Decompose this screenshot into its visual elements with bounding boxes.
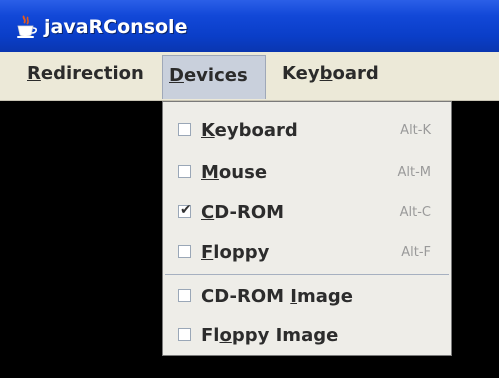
label-mnemonic: K <box>201 120 215 141</box>
checkbox-icon[interactable] <box>178 165 191 178</box>
checkmark-icon: ✔ <box>180 202 192 218</box>
devices-dropdown: Keyboard Alt-K Mouse Alt-M ✔ CD-ROM Alt-… <box>162 101 452 356</box>
menu-mnemonic: D <box>169 65 184 86</box>
checkbox-icon[interactable] <box>178 123 191 136</box>
checkbox-icon[interactable] <box>178 245 191 258</box>
label-mnemonic: F <box>201 242 214 263</box>
label-mnemonic: I <box>290 286 297 307</box>
label-post: ouse <box>218 162 268 183</box>
menu-item-label: CD-ROM Image <box>201 277 353 316</box>
checkbox-checked-icon[interactable]: ✔ <box>178 202 192 218</box>
menu-item-label: Mouse <box>201 153 267 192</box>
menu-item-label: Floppy Image <box>201 316 338 355</box>
label-pre: CD-ROM <box>201 286 291 307</box>
menu-label-post: oard <box>332 63 379 84</box>
menu-item-floppy[interactable]: Floppy Alt-F <box>163 233 451 272</box>
menu-label-post: edirection <box>40 63 144 84</box>
menu-item-keyboard[interactable]: Keyboard Alt-K <box>163 111 451 150</box>
menu-separator <box>165 274 449 275</box>
menu-item-mouse[interactable]: Mouse Alt-M <box>163 153 451 192</box>
label-post: D-ROM <box>214 202 285 223</box>
menu-label-pre: Key <box>282 63 320 84</box>
accelerator-text: Alt-K <box>400 123 431 138</box>
menu-item-label: Keyboard <box>201 111 298 150</box>
checkbox-icon[interactable] <box>178 328 191 341</box>
menu-keyboard[interactable]: Keyboard <box>276 52 385 96</box>
label-mnemonic: C <box>201 202 215 223</box>
menu-item-label: CD-ROM <box>201 193 284 232</box>
label-mnemonic: M <box>201 162 219 183</box>
menu-bar: Redirection Devices Keyboard <box>0 52 499 101</box>
menu-redirection[interactable]: Redirection <box>21 52 150 96</box>
menu-mnemonic: R <box>27 63 41 84</box>
label-post: eyboard <box>214 120 298 141</box>
menu-mnemonic: b <box>319 63 333 84</box>
menu-item-cdrom[interactable]: ✔ CD-ROM Alt-C <box>163 193 451 232</box>
label-post: loppy <box>213 242 270 263</box>
window-title: javaRConsole <box>44 16 188 38</box>
app-window: javaRConsole Redirection Devices Keyboar… <box>0 0 499 378</box>
java-cup-icon <box>13 14 39 40</box>
menu-item-cdrom-image[interactable]: CD-ROM Image <box>163 277 451 316</box>
checkbox-icon[interactable] <box>178 289 191 302</box>
label-post: ppy Image <box>231 325 339 346</box>
accelerator-text: Alt-F <box>401 245 431 260</box>
label-post: mage <box>297 286 353 307</box>
label-mnemonic: o <box>219 325 232 346</box>
menu-label-post: evices <box>183 65 248 86</box>
menu-item-label: Floppy <box>201 233 269 272</box>
menu-devices[interactable]: Devices <box>162 55 266 99</box>
menu-item-floppy-image[interactable]: Floppy Image <box>163 316 451 355</box>
title-bar[interactable]: javaRConsole <box>0 0 499 53</box>
accelerator-text: Alt-C <box>399 205 431 220</box>
accelerator-text: Alt-M <box>397 165 431 180</box>
label-pre: Fl <box>201 325 220 346</box>
